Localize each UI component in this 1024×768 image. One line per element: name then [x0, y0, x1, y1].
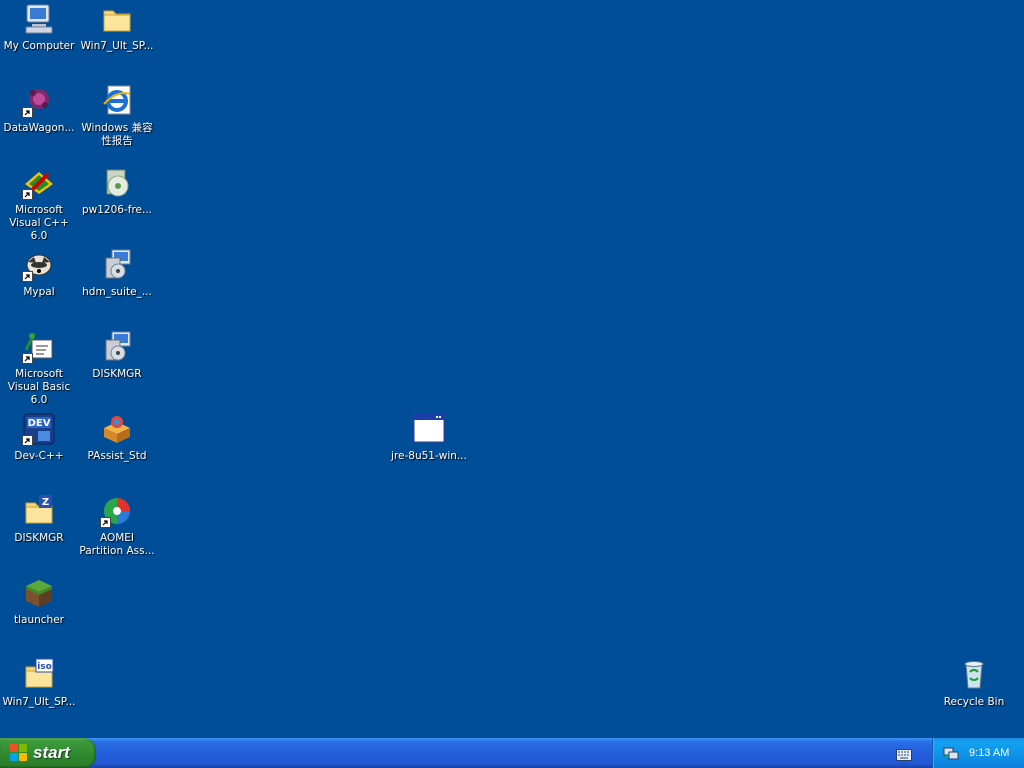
desktop-icon-win7-folder[interactable]: Win7_Ult_SP...	[78, 2, 156, 78]
icon-label: Windows 兼容性报告	[81, 122, 153, 147]
icon-label: pw1206-fre...	[81, 204, 153, 216]
icon-label: AOMEI Partition Ass...	[79, 532, 155, 557]
visual-cpp-icon	[22, 166, 56, 200]
icon-label: Mypal	[23, 286, 55, 298]
folder-icon	[100, 2, 134, 36]
desktop-icon-passist-std[interactable]: PAssist_Std	[78, 412, 156, 488]
grass-block-icon	[22, 576, 56, 610]
icon-label: Microsoft Visual C++ 6.0	[9, 204, 69, 242]
network-icon[interactable]	[943, 745, 959, 761]
desktop-icon-datawagon[interactable]: DataWagon...	[0, 84, 78, 160]
desktop-icon-tlauncher[interactable]: tlauncher	[0, 576, 78, 652]
desktop[interactable]: My Computer Win7_Ult_SP... DataWagon...	[0, 0, 1024, 738]
visual-basic-icon	[22, 330, 56, 364]
icon-label: PAssist_Std	[87, 450, 147, 462]
desktop-icon-diskmgr-zip[interactable]: Z DISKMGR	[0, 494, 78, 570]
aomei-icon	[100, 494, 134, 528]
desktop-icon-dev-cpp[interactable]: DEV Dev-C++	[0, 412, 78, 488]
icon-label: Win7_Ult_SP...	[2, 696, 76, 708]
dev-cpp-icon: DEV	[22, 412, 56, 446]
mypal-icon	[22, 248, 56, 282]
shortcut-arrow-icon	[22, 435, 33, 446]
package-icon	[100, 412, 134, 446]
icon-label: Dev-C++	[14, 450, 64, 462]
icon-label: jre-8u51-win...	[391, 450, 467, 462]
desktop-icon-aomei[interactable]: AOMEI Partition Ass...	[78, 494, 156, 570]
icon-label: DISKMGR	[92, 368, 142, 380]
desktop-icon-win7-iso[interactable]: iso Win7_Ult_SP...	[0, 658, 78, 734]
desktop-icon-jre-installer[interactable]: jre-8u51-win...	[390, 412, 468, 488]
desktop-icon-hdm-suite[interactable]: hdm_suite_...	[78, 248, 156, 324]
icon-label: tlauncher	[14, 614, 64, 626]
icon-label: DISKMGR	[14, 532, 64, 544]
start-button[interactable]: start	[0, 738, 96, 768]
setup-installer-icon	[100, 330, 134, 364]
icon-label: My Computer	[3, 40, 75, 52]
icon-label: DataWagon...	[3, 122, 75, 134]
icon-label: Win7_Ult_SP...	[80, 40, 154, 52]
icon-label: hdm_suite_...	[82, 286, 152, 298]
windows-logo-icon	[10, 744, 28, 762]
shortcut-arrow-icon	[100, 517, 111, 528]
shortcut-arrow-icon	[22, 271, 33, 282]
datawagon-icon	[22, 84, 56, 118]
svg-text:DEV: DEV	[28, 418, 51, 429]
recycle-bin-icon	[957, 658, 991, 692]
svg-text:Z: Z	[42, 497, 49, 508]
computer-icon	[22, 2, 56, 36]
application-window-icon	[412, 412, 446, 446]
shortcut-arrow-icon	[22, 189, 33, 200]
zip-folder-icon: Z	[22, 494, 56, 528]
desktop-icon-recycle-bin[interactable]: Recycle Bin	[935, 658, 1013, 734]
start-label: start	[33, 743, 70, 762]
keyboard-icon[interactable]	[896, 746, 912, 761]
iso-file-icon: iso	[22, 658, 56, 692]
cd-installer-icon	[100, 166, 134, 200]
desktop-icon-visual-basic[interactable]: Microsoft Visual Basic 6.0	[0, 330, 78, 406]
shortcut-arrow-icon	[22, 353, 33, 364]
desktop-icon-visual-cpp[interactable]: Microsoft Visual C++ 6.0	[0, 166, 78, 242]
desktop-icon-pw1206[interactable]: pw1206-fre...	[78, 166, 156, 242]
shortcut-arrow-icon	[22, 107, 33, 118]
setup-installer-icon	[100, 248, 134, 282]
taskbar[interactable]: start 9:13 AM	[0, 738, 1024, 768]
clock[interactable]: 9:13 AM	[969, 747, 1009, 759]
desktop-icon-diskmgr-installer[interactable]: DISKMGR	[78, 330, 156, 406]
desktop-icon-windows-compat-report[interactable]: Windows 兼容性报告	[78, 84, 156, 160]
desktop-icon-mypal[interactable]: Mypal	[0, 248, 78, 324]
icon-label: Recycle Bin	[943, 696, 1005, 708]
internet-explorer-icon	[100, 84, 134, 118]
icon-label: Microsoft Visual Basic 6.0	[7, 368, 71, 406]
system-tray: 9:13 AM	[932, 738, 1024, 768]
svg-text:iso: iso	[37, 662, 52, 672]
desktop-icon-my-computer[interactable]: My Computer	[0, 2, 78, 78]
